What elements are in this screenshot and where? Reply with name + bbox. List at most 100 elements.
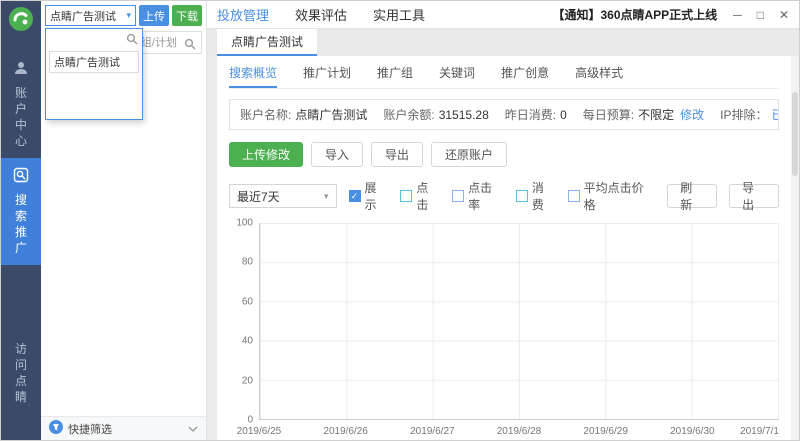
account-name-value: 点睛广告测试 <box>295 106 367 123</box>
account-info-bar: 账户名称: 点睛广告测试 账户余额: 31515.28 昨日消费: 0 每日预算… <box>229 99 779 130</box>
scrollbar-thumb[interactable] <box>792 92 798 176</box>
x-tick: 2019/6/26 <box>323 426 368 437</box>
left-panel: 点睛广告测试 ▾ 上传 下载 快捷筛选 <box>41 1 207 440</box>
sidebar-item-visit-dianjing[interactable]: 访问点睛 <box>1 332 41 414</box>
account-select-value: 点睛广告测试 <box>50 8 116 24</box>
account-option[interactable]: 点睛广告测试 <box>49 51 139 73</box>
metric-label: 消费 <box>532 179 556 213</box>
date-range-select[interactable]: 最近7天 ▾ <box>229 184 337 208</box>
subtab-keywords[interactable]: 关键词 <box>439 56 475 88</box>
tab-effect-evaluation[interactable]: 效果评估 <box>295 5 347 24</box>
notice-text[interactable]: 【通知】360点睛APP正式上线 <box>552 6 717 23</box>
sidebar-item-label: 搜索推广 <box>14 192 28 256</box>
chevron-down-icon: ▾ <box>126 11 131 20</box>
metric-clicks[interactable]: 点击 <box>400 179 440 213</box>
export-button[interactable]: 导出 <box>371 142 423 167</box>
metric-impressions[interactable]: ✓ 展示 <box>349 179 389 213</box>
chart-y-axis: 100 80 60 40 20 0 <box>229 223 259 420</box>
y-tick: 0 <box>247 415 253 426</box>
sidebar-item-account-center[interactable]: 账户中心 <box>1 51 41 158</box>
chart-controls: 最近7天 ▾ ✓ 展示 点击 点击率 <box>229 179 779 213</box>
metric-ctr[interactable]: 点击率 <box>452 179 504 213</box>
ip-exclude-value[interactable]: 已设置(3) <box>772 106 779 123</box>
account-name-label: 账户名称: <box>240 106 291 123</box>
user-icon <box>13 60 29 81</box>
balance-label: 账户余额: <box>383 106 434 123</box>
y-tick: 60 <box>242 296 253 307</box>
x-tick: 2019/6/30 <box>670 426 715 437</box>
y-tick: 100 <box>236 218 253 229</box>
daily-budget-value: 不限定 <box>638 106 674 123</box>
sidebar: 账户中心 搜索推广 访问点睛 <box>1 1 41 440</box>
subtab-advanced-style[interactable]: 高级样式 <box>575 56 623 88</box>
content-row: 搜索概览 推广计划 推广组 关键词 推广创意 高级样式 账户名称: 点睛广告测试… <box>207 56 799 440</box>
dropdown-search <box>46 29 142 48</box>
subtabs: 搜索概览 推广计划 推广组 关键词 推广创意 高级样式 <box>229 56 779 89</box>
sidebar-item-label: 账户中心 <box>14 85 28 149</box>
metric-label: 展示 <box>365 179 389 213</box>
chevron-down-icon: ▾ <box>324 192 329 201</box>
top-menubar: 投放管理 效果评估 实用工具 【通知】360点睛APP正式上线 ─ □ ✕ <box>207 1 799 29</box>
metric-label: 点击 <box>416 179 440 213</box>
sidebar-item-label: 访问点睛 <box>14 341 28 405</box>
metric-label: 平均点击价格 <box>584 179 656 213</box>
account-tabstrip: 点睛广告测试 <box>207 29 799 56</box>
x-tick: 2019/6/27 <box>410 426 455 437</box>
tab-delivery-management[interactable]: 投放管理 <box>217 5 269 24</box>
app-logo-icon[interactable] <box>8 6 34 37</box>
search-promotion-icon <box>13 167 29 188</box>
x-tick: 2019/6/25 <box>237 426 282 437</box>
quick-filter-bar[interactable]: 快捷筛选 <box>41 416 206 440</box>
metric-avg-cpc[interactable]: 平均点击价格 <box>568 179 656 213</box>
account-tab[interactable]: 点睛广告测试 <box>217 29 317 56</box>
subtab-promotion-group[interactable]: 推广组 <box>377 56 413 88</box>
daily-budget-label: 每日预算: <box>583 106 634 123</box>
tab-utility-tools[interactable]: 实用工具 <box>373 5 425 24</box>
sidebar-item-search-promotion[interactable]: 搜索推广 <box>1 158 41 265</box>
y-tick: 40 <box>242 336 253 347</box>
subtab-search-overview[interactable]: 搜索概览 <box>229 56 277 88</box>
search-icon <box>126 32 138 50</box>
download-button[interactable]: 下载 <box>172 5 202 26</box>
metric-spend[interactable]: 消费 <box>516 179 556 213</box>
x-tick: 2019/6/28 <box>497 426 542 437</box>
checkbox-clicks[interactable] <box>400 190 412 202</box>
minimize-icon[interactable]: ─ <box>733 8 742 22</box>
checkbox-avg-cpc[interactable] <box>568 190 580 202</box>
ip-exclude-label: IP排除： <box>720 106 767 123</box>
content-card: 搜索概览 推广计划 推广组 关键词 推广创意 高级样式 账户名称: 点睛广告测试… <box>217 56 791 440</box>
subtab-promotion-creative[interactable]: 推广创意 <box>501 56 549 88</box>
action-buttons: 上传修改 导入 导出 还原账户 <box>229 142 779 167</box>
upload-button[interactable]: 上传 <box>139 5 169 26</box>
main-area: 投放管理 效果评估 实用工具 【通知】360点睛APP正式上线 ─ □ ✕ 点睛… <box>207 1 799 440</box>
chart-x-axis: 2019/6/25 2019/6/26 2019/6/27 2019/6/28 … <box>259 420 779 440</box>
quick-filter-label: 快捷筛选 <box>68 421 112 437</box>
refresh-button[interactable]: 刷新 <box>667 184 717 208</box>
maximize-icon[interactable]: □ <box>757 8 764 22</box>
checkbox-spend[interactable] <box>516 190 528 202</box>
y-tick: 20 <box>242 375 253 386</box>
chevron-down-icon <box>188 426 198 432</box>
checkbox-ctr[interactable] <box>452 190 464 202</box>
x-tick: 2019/6/29 <box>583 426 628 437</box>
check-icon: ✓ <box>351 192 359 201</box>
checkbox-impressions[interactable]: ✓ <box>349 190 361 202</box>
quick-filter-icon <box>49 420 63 437</box>
metric-label: 点击率 <box>468 179 504 213</box>
account-dropdown-panel: 点睛广告测试 <box>45 28 143 120</box>
modify-budget-link[interactable]: 修改 <box>680 106 704 123</box>
import-button[interactable]: 导入 <box>311 142 363 167</box>
restore-account-button[interactable]: 还原账户 <box>431 142 507 167</box>
chart-export-button[interactable]: 导出 <box>729 184 779 208</box>
close-icon[interactable]: ✕ <box>779 8 789 22</box>
account-select[interactable]: 点睛广告测试 ▾ <box>45 5 136 26</box>
vertical-scrollbar[interactable] <box>791 56 799 440</box>
trend-chart: 100 80 60 40 20 0 2019/6/25 2019/6/26 20… <box>229 223 779 440</box>
subtab-promotion-plan[interactable]: 推广计划 <box>303 56 351 88</box>
upload-modify-button[interactable]: 上传修改 <box>229 142 303 167</box>
balance-value: 31515.28 <box>439 108 489 122</box>
date-range-value: 最近7天 <box>237 188 280 205</box>
yesterday-spend-value: 0 <box>560 108 567 122</box>
chart-plot-area <box>259 223 779 420</box>
window-controls: ─ □ ✕ <box>733 8 789 22</box>
